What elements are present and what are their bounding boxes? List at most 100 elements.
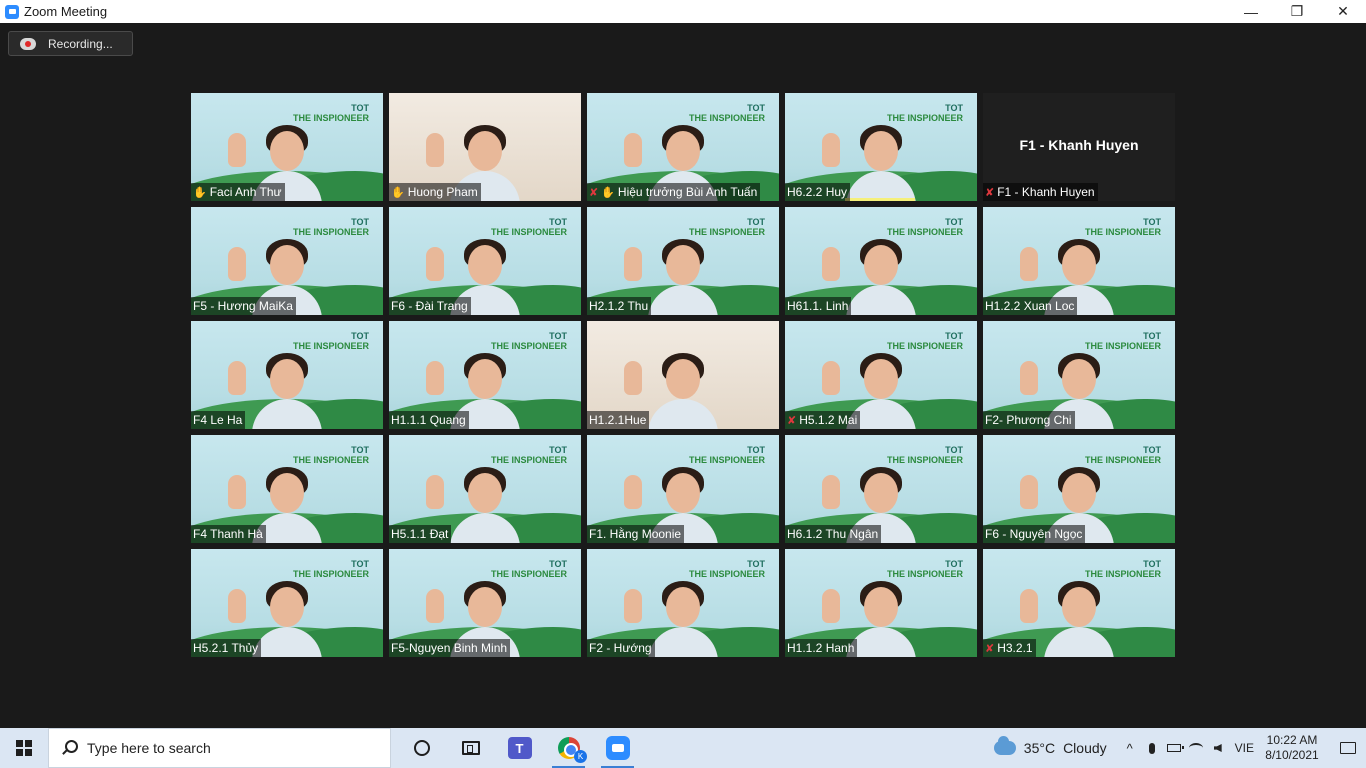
participant-face [864,359,898,399]
network-tray-button[interactable] [1185,728,1207,768]
participant-name: Faci Anh Thư [209,185,282,199]
event-banner-logo: TOT THE INSPIONEER [293,217,369,237]
participant-face [468,131,502,171]
close-button[interactable]: ✕ [1320,0,1366,23]
participant-tile[interactable]: TOT THE INSPIONEER H5.1.1 Đạt [389,435,581,543]
banner-line-1: TOT [1143,445,1161,455]
participant-tile[interactable]: TOT THE INSPIONEER F6 - Đài Trang [389,207,581,315]
volume-tray-button[interactable] [1207,728,1229,768]
participant-body [1044,627,1114,657]
task-view-button[interactable] [446,728,495,768]
participant-tile[interactable]: TOT THE INSPIONEER H1.1.1 Quang [389,321,581,429]
participant-tile[interactable]: TOT THE INSPIONEER ✘ H3.2.1 [983,549,1175,657]
participant-name: H6.2.2 Huy [787,185,848,199]
participant-tile[interactable]: TOT THE INSPIONEER H6.2.2 Huy [785,93,977,201]
recording-indicator[interactable]: Recording... [8,31,133,56]
participant-tile[interactable]: TOT THE INSPIONEER F2 - Hướng [587,549,779,657]
participant-name: F1 - Khanh Huyen [997,185,1095,199]
battery-tray-button[interactable] [1163,728,1185,768]
participant-tile[interactable]: TOT THE INSPIONEER H2.1.2 Thu [587,207,779,315]
banner-line-1: TOT [351,445,369,455]
banner-line-1: TOT [351,217,369,227]
participant-body [252,627,322,657]
banner-line-2: THE INSPIONEER [886,569,963,579]
participant-face [864,245,898,285]
participant-name: F4 Thanh Hà [193,527,263,541]
microphone-tray-button[interactable] [1141,728,1163,768]
recording-icon [20,37,36,50]
participant-tile[interactable]: TOT THE INSPIONEER ✋ Faci Anh Thư [191,93,383,201]
participant-name-label: F6 - Đài Trang [389,297,471,315]
participant-name-label: H1.1.1 Quang [389,411,469,429]
banner-line-2: THE INSPIONEER [292,227,369,237]
participant-tile[interactable]: TOT THE INSPIONEER F5 - Hương MaiKa [191,207,383,315]
title-bar: Zoom Meeting — ❐ ✕ [0,0,1366,23]
zoom-app-button[interactable] [593,728,642,768]
participant-name: H1.2.1Hue [589,413,647,427]
pin-icon: ✋ [193,186,207,199]
waving-hand [228,361,246,395]
participant-face [864,473,898,513]
banner-line-1: TOT [945,559,963,569]
participant-body [648,399,718,429]
clock[interactable]: 10:22 AM 8/10/2021 [1264,733,1320,763]
participant-name: H3.2.1 [997,641,1033,655]
participant-face [468,245,502,285]
participant-name-label: H6.1.2 Thu Ngân [785,525,882,543]
participant-tile[interactable]: TOT THE INSPIONEER F2- Phương Chi [983,321,1175,429]
participant-tile[interactable]: TOT THE INSPIONEER F1. Hằng Moonie [587,435,779,543]
zoom-app-icon [5,4,19,19]
participant-tile[interactable]: TOT THE INSPIONEER ✘ ✋ Hiệu trưởng Bùi Anh T… [587,93,779,201]
participant-face [864,131,898,171]
banner-line-2: THE INSPIONEER [292,341,369,351]
chrome-profile-badge: K [574,750,587,763]
participant-tile[interactable]: TOT THE INSPIONEER F4 Le Ha [191,321,383,429]
waving-hand [426,361,444,395]
event-banner-logo: TOT THE INSPIONEER [887,559,963,579]
banner-line-2: THE INSPIONEER [490,341,567,351]
volume-icon [1213,744,1222,752]
minimize-button[interactable]: — [1228,0,1274,23]
participant-tile[interactable]: TOT THE INSPIONEER H5.2.1 Thủy [191,549,383,657]
weather-widget[interactable]: 35°C Cloudy [993,736,1107,756]
event-banner-logo: TOT THE INSPIONEER [1085,445,1161,465]
participant-video [624,351,718,429]
battery-icon [1166,744,1184,752]
restore-button[interactable]: ❐ [1274,0,1320,23]
input-language[interactable]: VIE [1235,741,1254,755]
participant-face [666,131,700,171]
banner-line-1: TOT [1143,331,1161,341]
participant-tile[interactable]: TOTTHE INSPIONEERF1 - Khanh Huyen✘F1 - K… [983,93,1175,201]
participant-name-label: F4 Le Ha [191,411,246,429]
participant-face [1062,245,1096,285]
participant-tile[interactable]: TOTTHE INSPIONEER✋Huong Pham [389,93,581,201]
participant-tile[interactable]: TOT THE INSPIONEER H1.2.2 Xuan Loc [983,207,1175,315]
cortana-button[interactable] [397,728,446,768]
show-hidden-icons-button[interactable]: ^ [1119,728,1141,768]
participant-tile[interactable]: TOT THE INSPIONEER H6.1.2 Thu Ngân [785,435,977,543]
notifications-button[interactable] [1330,728,1366,768]
event-banner-logo: TOT THE INSPIONEER [887,445,963,465]
teams-app-button[interactable]: T [495,728,544,768]
participant-body [648,627,718,657]
banner-line-1: TOT [1143,217,1161,227]
waving-hand [822,361,840,395]
participant-tile[interactable]: TOT THE INSPIONEER F4 Thanh Hà [191,435,383,543]
participant-tile[interactable]: TOT THE INSPIONEER ✘ H5.1.2 Mai [785,321,977,429]
weather-condition: Cloudy [1063,740,1107,756]
participant-face [666,359,700,399]
chrome-app-button[interactable]: K [544,728,593,768]
waving-hand [1020,589,1038,623]
taskbar-search-box[interactable]: Type here to search [48,728,391,768]
participant-tile[interactable]: TOTTHE INSPIONEERH1.2.1Hue [587,321,779,429]
banner-line-1: TOT [549,217,567,227]
participant-tile[interactable]: TOT THE INSPIONEER H61.1. Linh [785,207,977,315]
participant-tile[interactable]: TOT THE INSPIONEER H1.1.2 Hanh [785,549,977,657]
windows-taskbar: Type here to search T K 35°C Cloudy ^ VI… [0,728,1366,768]
participant-tile[interactable]: TOT THE INSPIONEER F6 - Nguyên Ngọc [983,435,1175,543]
banner-line-1: TOT [747,445,765,455]
banner-line-1: TOT [945,445,963,455]
start-button[interactable] [0,728,48,768]
participant-tile[interactable]: TOT THE INSPIONEER F5-Nguyen Binh Minh [389,549,581,657]
event-banner-logo: TOT THE INSPIONEER [1085,217,1161,237]
